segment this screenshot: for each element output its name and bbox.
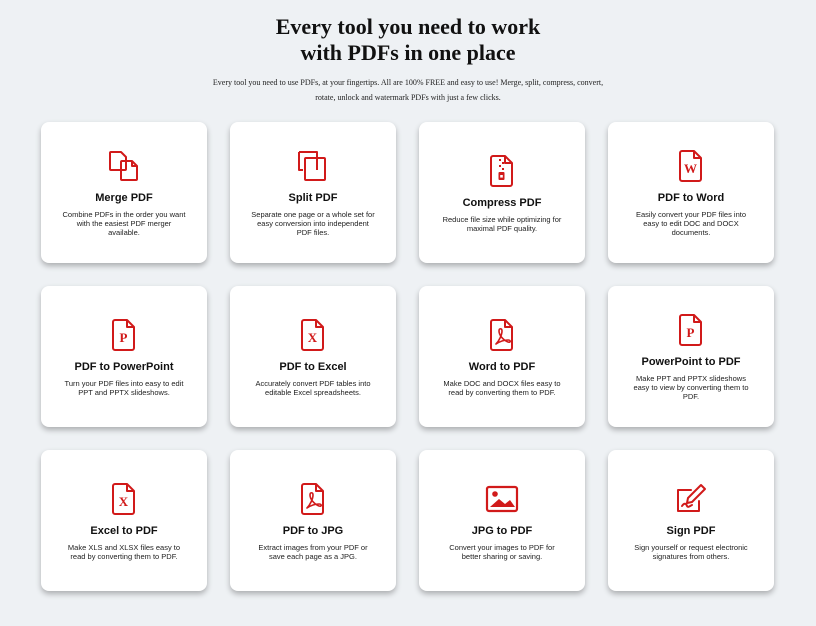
tool-description: Sign yourself or request electronic sign… <box>634 542 748 561</box>
tool-title: Word to PDF <box>468 360 536 373</box>
tool-card-pdf-to-word[interactable]: W PDF to Word Easily convert your PDF fi… <box>608 122 774 263</box>
tool-title: Split PDF <box>288 192 338 204</box>
tools-grid: Merge PDF Combine PDFs in the order you … <box>41 122 774 591</box>
pdf-file-icon <box>295 481 331 517</box>
image-icon <box>484 481 520 517</box>
tool-description: Extract images from your PDF or save eac… <box>258 542 368 561</box>
svg-text:W: W <box>684 161 697 176</box>
powerpoint-file-icon: P <box>106 317 142 353</box>
tool-description: Reduce file size while optimizing for ma… <box>442 214 562 233</box>
svg-text:X: X <box>308 330 318 345</box>
tool-title: Sign PDF <box>666 524 716 537</box>
page-subtitle: Every tool you need to use PDFs, at your… <box>212 78 604 102</box>
tool-title: PDF to PowerPoint <box>74 360 174 373</box>
tool-card-sign-pdf[interactable]: Sign PDF Sign yourself or request electr… <box>608 450 774 591</box>
tool-card-split-pdf[interactable]: Split PDF Separate one page or a whole s… <box>230 122 396 263</box>
svg-text:X: X <box>119 494 129 509</box>
svg-text:P: P <box>120 330 128 345</box>
tool-card-merge-pdf[interactable]: Merge PDF Combine PDFs in the order you … <box>41 122 207 263</box>
merge-icon <box>106 148 142 184</box>
tool-title: PDF to Excel <box>279 360 347 373</box>
tool-title: PDF to Word <box>657 192 725 204</box>
tool-title: PDF to JPG <box>282 524 344 537</box>
split-icon <box>295 148 331 184</box>
tool-title: JPG to PDF <box>471 524 533 537</box>
tool-title: Merge PDF <box>95 192 153 204</box>
tool-description: Combine PDFs in the order you want with … <box>62 210 186 237</box>
hero-section: Every tool you need to work with PDFs in… <box>0 14 816 105</box>
powerpoint-file-icon: P <box>673 312 709 348</box>
excel-file-icon: X <box>106 481 142 517</box>
sign-icon <box>673 481 709 517</box>
tool-description: Make DOC and DOCX files easy to read by … <box>443 378 561 397</box>
tool-description: Turn your PDF files into easy to edit PP… <box>64 378 184 397</box>
pdf-file-icon <box>484 317 520 353</box>
compress-icon <box>484 153 520 189</box>
tool-description: Make XLS and XLSX files easy to read by … <box>67 542 181 561</box>
tool-card-word-to-pdf[interactable]: Word to PDF Make DOC and DOCX files easy… <box>419 286 585 427</box>
svg-text:P: P <box>687 325 695 340</box>
tool-card-excel-to-pdf[interactable]: X Excel to PDF Make XLS and XLSX files e… <box>41 450 207 591</box>
tool-card-compress-pdf[interactable]: Compress PDF Reduce file size while opti… <box>419 122 585 263</box>
tool-card-pdf-to-powerpoint[interactable]: P PDF to PowerPoint Turn your PDF files … <box>41 286 207 427</box>
tool-description: Convert your images to PDF for better sh… <box>449 542 555 561</box>
excel-file-icon: X <box>295 317 331 353</box>
tool-card-pdf-to-jpg[interactable]: PDF to JPG Extract images from your PDF … <box>230 450 396 591</box>
tool-title: PowerPoint to PDF <box>641 356 741 368</box>
tool-description: Make PPT and PPTX slideshows easy to vie… <box>633 374 749 401</box>
page-title-line-1: Every tool you need to work <box>275 14 541 39</box>
page-title: Every tool you need to work with PDFs in… <box>0 14 816 66</box>
tool-description: Easily convert your PDF files into easy … <box>635 210 747 237</box>
tool-card-powerpoint-to-pdf[interactable]: P PowerPoint to PDF Make PPT and PPTX sl… <box>608 286 774 427</box>
tool-card-pdf-to-excel[interactable]: X PDF to Excel Accurately convert PDF ta… <box>230 286 396 427</box>
tool-card-jpg-to-pdf[interactable]: JPG to PDF Convert your images to PDF fo… <box>419 450 585 591</box>
tool-description: Separate one page or a whole set for eas… <box>251 210 375 237</box>
page-title-line-2: with PDFs in one place <box>300 40 516 65</box>
tool-title: Compress PDF <box>462 196 542 209</box>
tool-description: Accurately convert PDF tables into edita… <box>255 378 371 397</box>
word-file-icon: W <box>673 148 709 184</box>
tool-title: Excel to PDF <box>90 524 158 537</box>
